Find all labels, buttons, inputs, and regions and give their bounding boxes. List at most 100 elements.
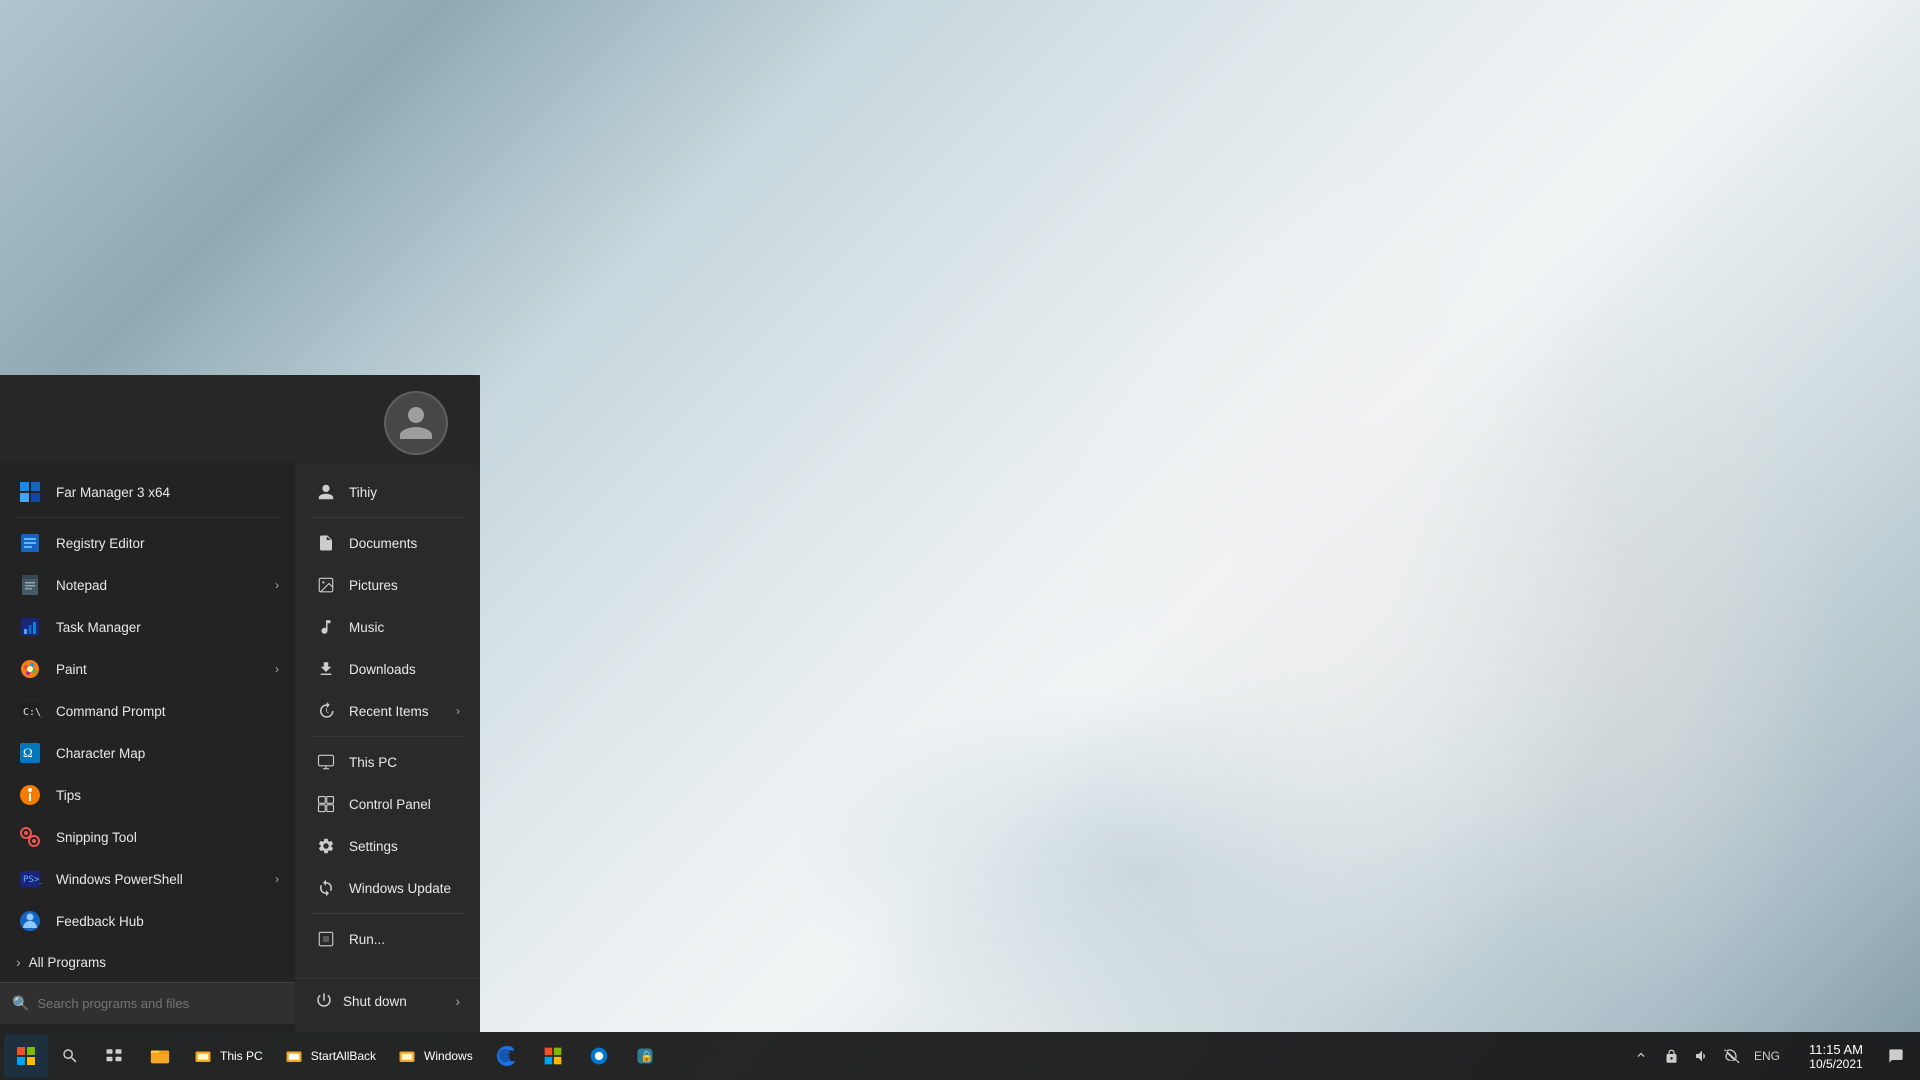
search-bar: 🔍 <box>0 982 295 1024</box>
start-button[interactable] <box>4 1034 48 1078</box>
menu-item-character-map[interactable]: Ω Character Map <box>0 732 295 774</box>
taskbar-this-pc-label: This PC <box>220 1049 263 1063</box>
taskbar-left: This PC StartAllBack Windows 🔒 <box>0 1034 671 1078</box>
start-menu-content: Far Manager 3 x64 Registry Editor Notepa… <box>0 463 480 1032</box>
downloads-label: Downloads <box>349 662 416 677</box>
menu-item-tips[interactable]: Tips <box>0 774 295 816</box>
downloads-icon <box>315 658 337 680</box>
user-avatar[interactable] <box>384 391 448 455</box>
taskbar-startallback[interactable]: StartAllBack <box>275 1034 386 1078</box>
notepad-arrow: › <box>275 578 279 592</box>
menu-item-registry-editor[interactable]: Registry Editor <box>0 522 295 564</box>
taskbar-microsoft-store[interactable] <box>531 1034 575 1078</box>
svg-text:PS>_: PS>_ <box>23 875 42 885</box>
system-tray: ENG <box>1620 1034 1792 1078</box>
taskbar-this-pc[interactable]: This PC <box>184 1034 273 1078</box>
run-label: Run... <box>349 932 385 947</box>
menu-item-snipping-tool[interactable]: Snipping Tool <box>0 816 295 858</box>
command-prompt-icon: C:\_ <box>16 697 44 725</box>
settings-icon <box>315 835 337 857</box>
feedback-hub-icon <box>16 907 44 935</box>
svg-text:Ω: Ω <box>23 745 33 760</box>
right-item-recent-items[interactable]: Recent Items › <box>295 690 480 732</box>
taskbar-windows-folder-label: Windows <box>424 1049 473 1063</box>
search-input[interactable] <box>37 996 283 1011</box>
control-panel-icon <box>315 793 337 815</box>
clock-time: 11:15 AM <box>1809 1042 1863 1057</box>
right-item-tihiy[interactable]: Tihiy <box>295 471 480 513</box>
right-item-this-pc[interactable]: This PC <box>295 741 480 783</box>
task-view-button[interactable] <box>92 1034 136 1078</box>
pictures-icon <box>315 574 337 596</box>
recent-items-arrow: › <box>456 704 460 718</box>
right-item-documents[interactable]: Documents <box>295 522 480 564</box>
divider-1 <box>16 517 279 518</box>
menu-item-powershell[interactable]: PS>_ Windows PowerShell › <box>0 858 295 900</box>
start-menu: Far Manager 3 x64 Registry Editor Notepa… <box>0 375 480 1032</box>
registry-editor-icon <box>16 529 44 557</box>
right-divider-3 <box>311 913 464 914</box>
taskbar-startallback-label: StartAllBack <box>311 1049 376 1063</box>
taskbar-search-button[interactable] <box>50 1034 90 1078</box>
windows-logo-icon <box>17 1047 35 1065</box>
taskbar-edge[interactable] <box>485 1034 529 1078</box>
tips-label: Tips <box>56 788 81 803</box>
left-panel: Far Manager 3 x64 Registry Editor Notepa… <box>0 463 295 1032</box>
taskbar-file-explorer[interactable] <box>138 1034 182 1078</box>
clock-date: 10/5/2021 <box>1809 1057 1862 1071</box>
tihiy-label: Tihiy <box>349 485 377 500</box>
far-manager-label: Far Manager 3 x64 <box>56 485 170 500</box>
right-item-run[interactable]: Run... <box>295 918 480 960</box>
windows-update-label: Windows Update <box>349 881 451 896</box>
menu-item-task-manager[interactable]: Task Manager <box>0 606 295 648</box>
right-panel: Tihiy Documents Pictures <box>295 463 480 1032</box>
right-divider-2 <box>311 736 464 737</box>
right-item-music[interactable]: Music <box>295 606 480 648</box>
taskbar-app-2[interactable]: 🔒 <box>623 1034 667 1078</box>
powershell-arrow: › <box>275 872 279 886</box>
settings-label: Settings <box>349 839 398 854</box>
menu-item-feedback-hub[interactable]: Feedback Hub <box>0 900 295 942</box>
shutdown-label: Shut down <box>343 994 407 1009</box>
menu-item-notepad[interactable]: Notepad › <box>0 564 295 606</box>
system-clock[interactable]: 11:15 AM 10/5/2021 <box>1796 1042 1876 1071</box>
notepad-icon <box>16 571 44 599</box>
windows-update-icon <box>315 877 337 899</box>
paint-label: Paint <box>56 662 87 677</box>
right-item-control-panel[interactable]: Control Panel <box>295 783 480 825</box>
control-panel-label: Control Panel <box>349 797 431 812</box>
music-label: Music <box>349 620 384 635</box>
tray-language-button[interactable]: ENG <box>1750 1044 1784 1068</box>
right-item-pictures[interactable]: Pictures <box>295 564 480 606</box>
powershell-label: Windows PowerShell <box>56 872 183 887</box>
menu-item-command-prompt[interactable]: C:\_ Command Prompt <box>0 690 295 732</box>
right-item-downloads[interactable]: Downloads <box>295 648 480 690</box>
snipping-tool-label: Snipping Tool <box>56 830 137 845</box>
menu-item-paint[interactable]: Paint › <box>0 648 295 690</box>
taskbar-windows-folder[interactable]: Windows <box>388 1034 483 1078</box>
registry-editor-label: Registry Editor <box>56 536 145 551</box>
svg-text:🔒: 🔒 <box>640 1050 653 1063</box>
all-programs-chevron: › <box>16 954 21 970</box>
task-manager-icon <box>16 613 44 641</box>
notepad-label: Notepad <box>56 578 107 593</box>
character-map-icon: Ω <box>16 739 44 767</box>
right-item-windows-update[interactable]: Windows Update <box>295 867 480 909</box>
paint-icon <box>16 655 44 683</box>
taskbar-app-1[interactable] <box>577 1034 621 1078</box>
run-icon <box>315 928 337 950</box>
menu-item-far-manager[interactable]: Far Manager 3 x64 <box>0 471 295 513</box>
command-prompt-label: Command Prompt <box>56 704 166 719</box>
tray-network-icon[interactable] <box>1720 1044 1744 1068</box>
all-programs-item[interactable]: › All Programs <box>0 942 295 982</box>
tray-overflow-button[interactable] <box>1628 1048 1654 1065</box>
task-manager-label: Task Manager <box>56 620 141 635</box>
all-programs-label: All Programs <box>29 955 106 970</box>
pictures-label: Pictures <box>349 578 398 593</box>
shutdown-row[interactable]: Shut down › <box>295 978 480 1024</box>
tray-lock-icon[interactable] <box>1660 1044 1684 1068</box>
right-item-settings[interactable]: Settings <box>295 825 480 867</box>
notification-center-button[interactable] <box>1880 1034 1912 1078</box>
right-divider-1 <box>311 517 464 518</box>
tray-volume-icon[interactable] <box>1690 1044 1714 1068</box>
